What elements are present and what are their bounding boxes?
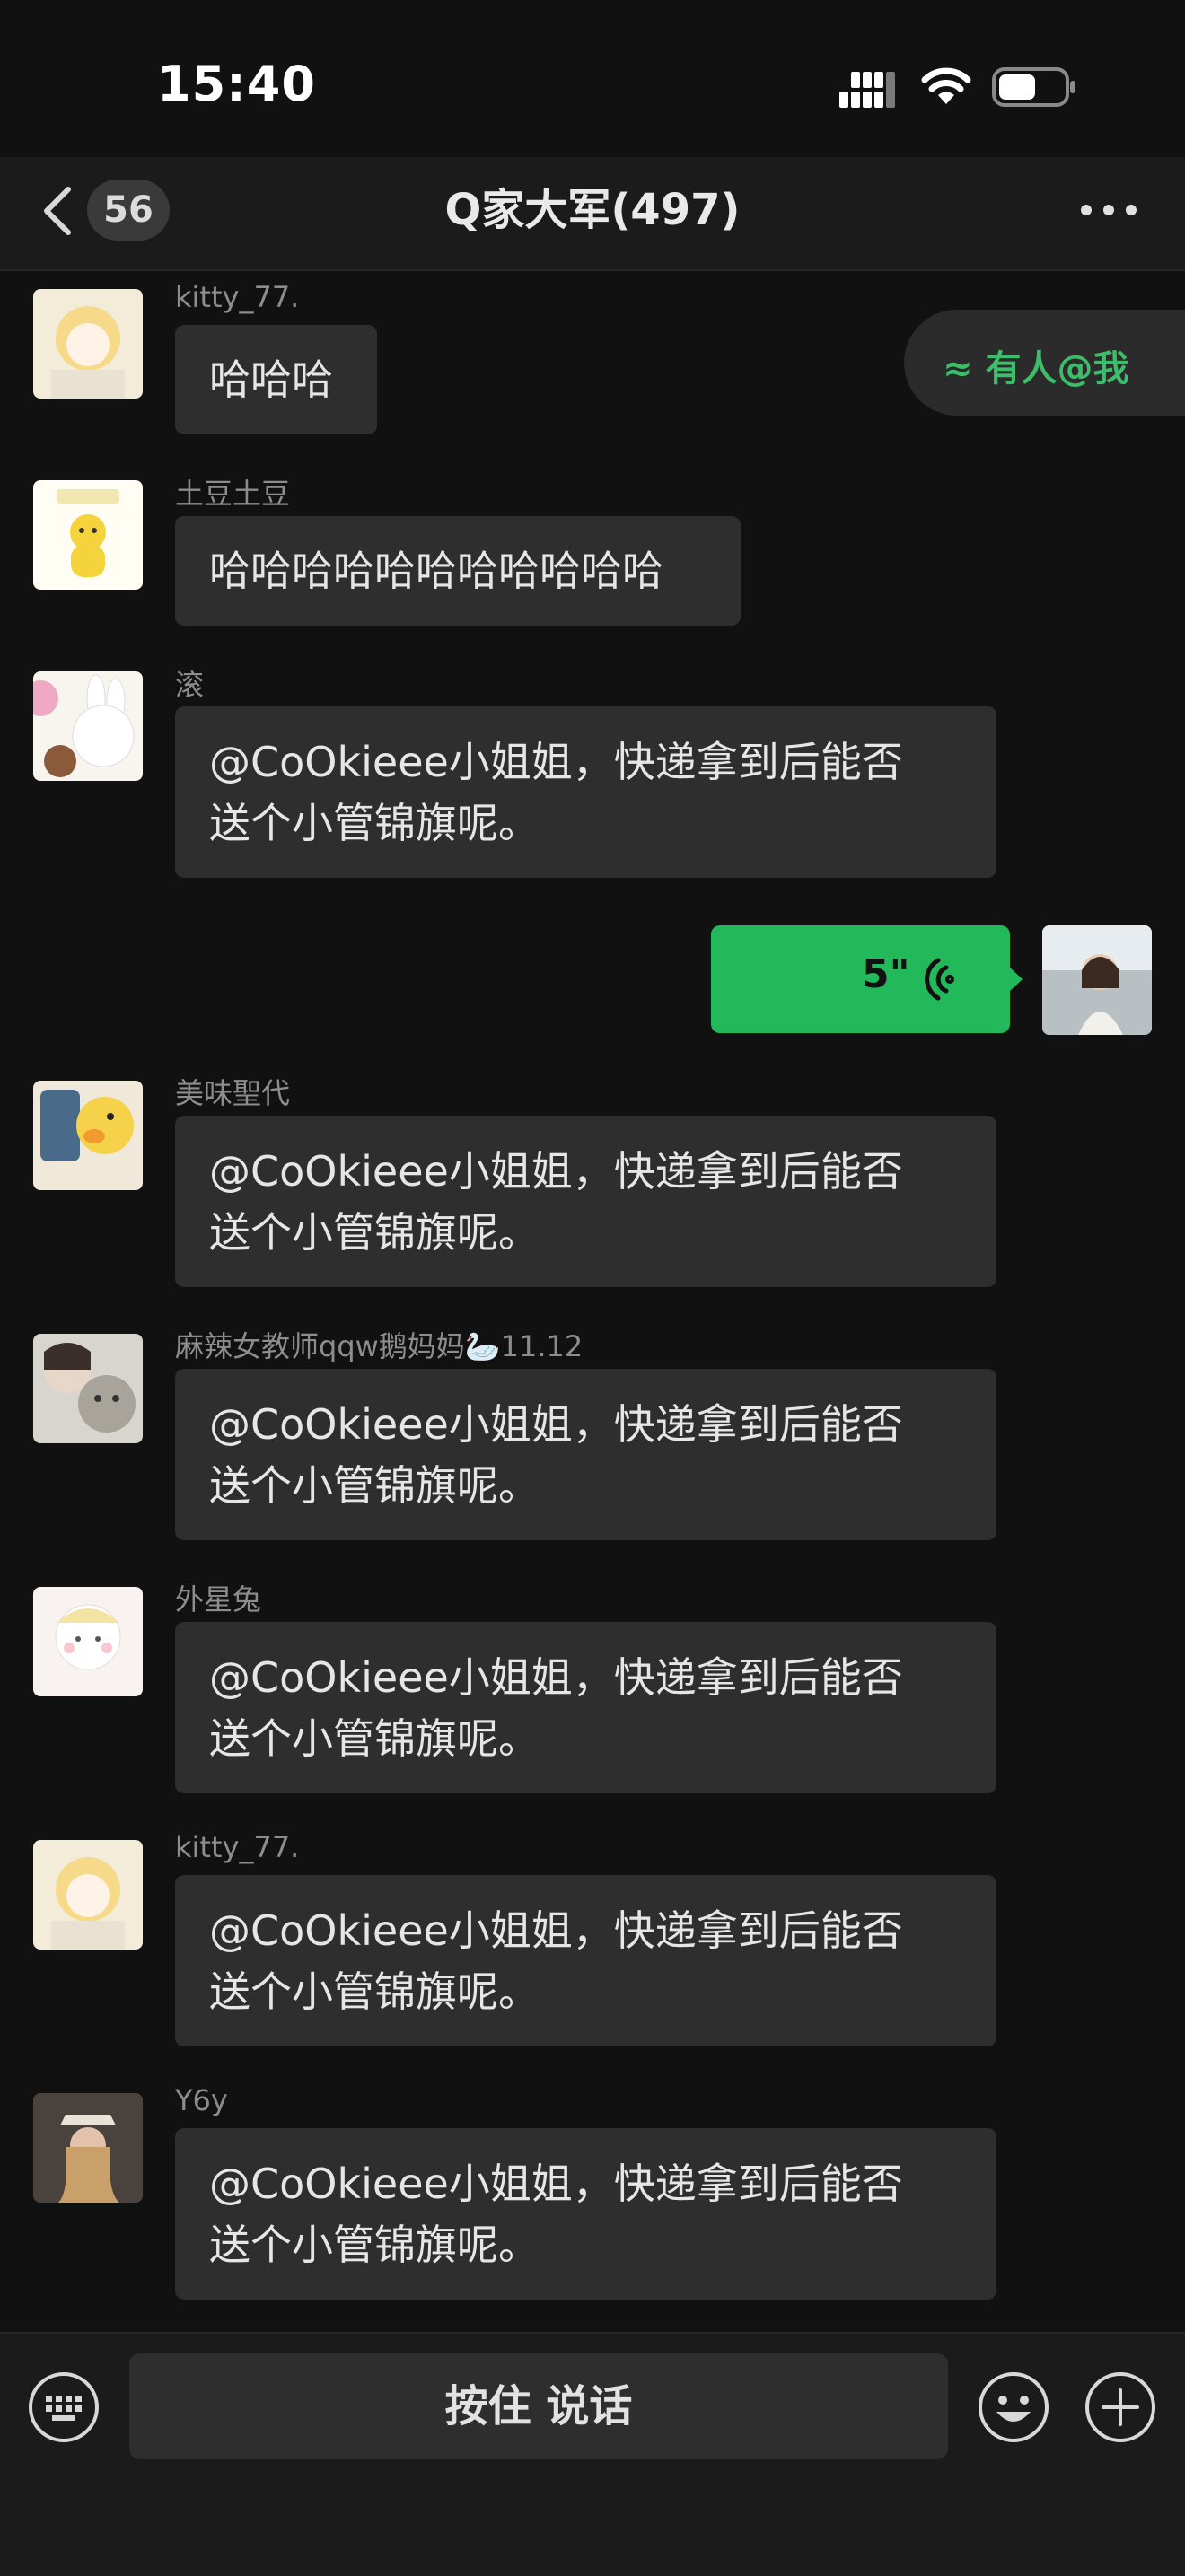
sender-name: Y6y xyxy=(175,2083,228,2117)
avatar[interactable] xyxy=(33,480,143,590)
more-icon[interactable] xyxy=(1077,201,1140,219)
message-text-line: 送个小管锦旗呢。 xyxy=(209,1714,540,1763)
message-bubble[interactable]: @CoOkieee小姐姐，快递拿到后能否 送个小管锦旗呢。 xyxy=(175,1875,996,2046)
voice-duration: 5" xyxy=(862,951,910,997)
battery-icon xyxy=(992,67,1075,107)
sender-name: 美味聖代 xyxy=(175,1076,291,1110)
sender-name: 土豆土豆 xyxy=(175,477,291,511)
hold-to-talk-button[interactable]: 按住 说话 xyxy=(129,2353,948,2459)
sender-name: kitty_77. xyxy=(175,1830,300,1864)
message-text-line: @CoOkieee小姐姐，快递拿到后能否 xyxy=(209,2160,903,2208)
keyboard-icon[interactable] xyxy=(27,2370,101,2444)
message-text-line: @CoOkieee小姐姐，快递拿到后能否 xyxy=(209,1147,903,1196)
signal-icon xyxy=(839,72,895,108)
my-avatar[interactable] xyxy=(1042,925,1152,1035)
status-time: 15:40 xyxy=(157,56,316,112)
emoji-icon[interactable] xyxy=(977,2370,1050,2444)
message-text-line: @CoOkieee小姐姐，快递拿到后能否 xyxy=(209,1906,903,1955)
avatar[interactable] xyxy=(33,1587,143,1696)
sender-name: 麻辣女教师qqw鹅妈妈🦢11.12 xyxy=(175,1329,584,1363)
chat-title[interactable]: Q家大军(497) xyxy=(269,180,916,241)
message-text-line: 送个小管锦旗呢。 xyxy=(209,1461,540,1510)
message-text-line: @CoOkieee小姐姐，快递拿到后能否 xyxy=(209,1400,903,1449)
message-bubble[interactable]: @CoOkieee小姐姐，快递拿到后能否 送个小管锦旗呢。 xyxy=(175,1116,996,1287)
message-text: 哈哈哈 xyxy=(209,355,333,404)
message-text: 哈哈哈哈哈哈哈哈哈哈哈 xyxy=(209,547,663,595)
avatar[interactable] xyxy=(33,1081,143,1190)
sender-name: 外星兔 xyxy=(175,1582,262,1617)
avatar[interactable] xyxy=(33,289,143,399)
message-bubble[interactable]: @CoOkieee小姐姐，快递拿到后能否 送个小管锦旗呢。 xyxy=(175,706,996,878)
avatar[interactable] xyxy=(33,1840,143,1950)
avatar[interactable] xyxy=(33,2093,143,2203)
message-bubble[interactable]: 哈哈哈 xyxy=(175,325,377,434)
plus-icon[interactable] xyxy=(1084,2370,1157,2444)
message-text-line: @CoOkieee小姐姐，快递拿到后能否 xyxy=(209,1653,903,1702)
message-bubble[interactable]: @CoOkieee小姐姐，快递拿到后能否 送个小管锦旗呢。 xyxy=(175,1622,996,1793)
message-text-line: @CoOkieee小姐姐，快递拿到后能否 xyxy=(209,738,903,786)
back-chevron-icon[interactable] xyxy=(36,184,81,238)
message-text-line: 送个小管锦旗呢。 xyxy=(209,2221,540,2269)
sender-name: 滚 xyxy=(175,668,205,702)
voice-wave-icon xyxy=(925,958,954,1001)
sender-name: kitty_77. xyxy=(175,280,300,314)
message-text-line: 送个小管锦旗呢。 xyxy=(209,1208,540,1257)
voice-message-bubble[interactable] xyxy=(711,925,1010,1033)
avatar[interactable] xyxy=(33,671,143,781)
message-text-line: 送个小管锦旗呢。 xyxy=(209,1967,540,2016)
message-bubble[interactable]: @CoOkieee小姐姐，快递拿到后能否 送个小管锦旗呢。 xyxy=(175,2128,996,2300)
avatar[interactable] xyxy=(33,1334,143,1443)
bubble-tail xyxy=(1008,966,1023,993)
wifi-icon xyxy=(921,67,971,104)
message-bubble[interactable]: 哈哈哈哈哈哈哈哈哈哈哈 xyxy=(175,516,741,626)
mention-jump-label[interactable]: ≈ 有人@我 xyxy=(943,339,1128,391)
message-text-line: 送个小管锦旗呢。 xyxy=(209,799,540,847)
message-bubble[interactable]: @CoOkieee小姐姐，快递拿到后能否 送个小管锦旗呢。 xyxy=(175,1369,996,1540)
unread-count-badge[interactable]: 56 xyxy=(87,180,170,241)
